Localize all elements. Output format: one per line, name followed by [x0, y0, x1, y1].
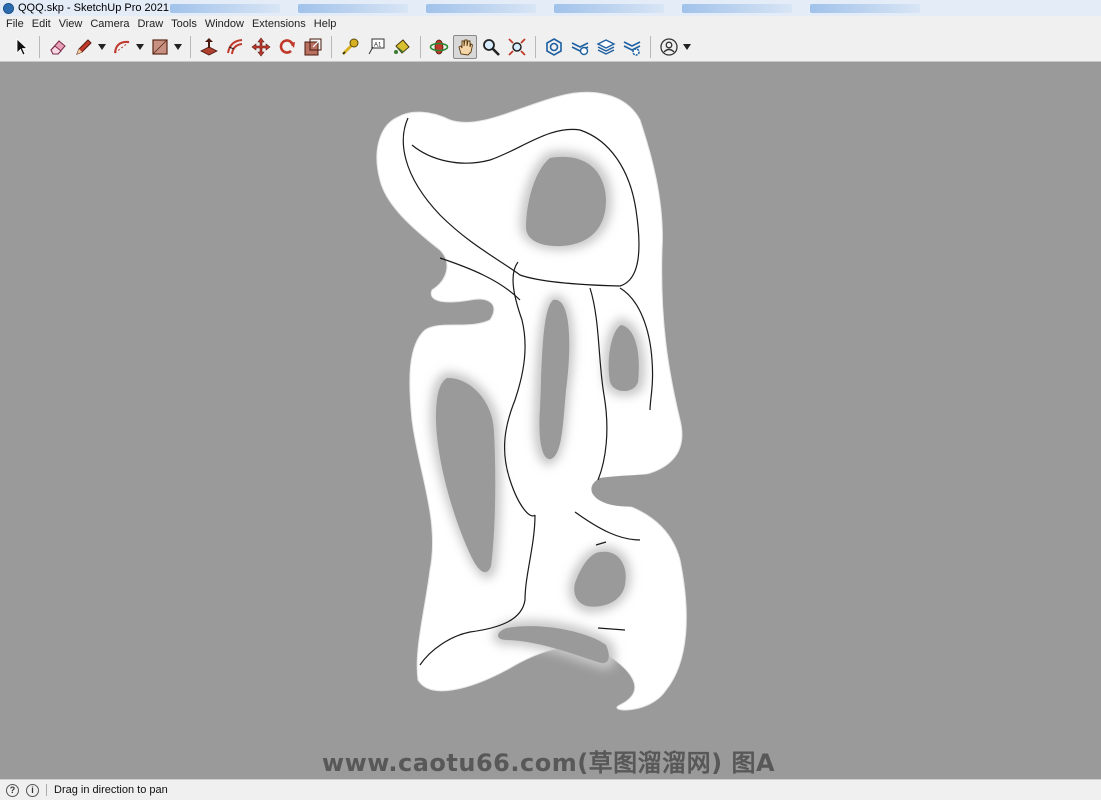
chevron-down-icon	[136, 43, 144, 50]
offset-tool[interactable]	[223, 35, 247, 59]
menu-draw[interactable]: Draw	[133, 16, 167, 32]
hand-icon	[458, 39, 474, 55]
text-tool[interactable]: A1	[364, 35, 388, 59]
rotate-icon	[279, 38, 295, 54]
rectangle-dropdown[interactable]	[173, 35, 183, 59]
sketchup-app-icon	[3, 2, 14, 14]
paint-bucket-icon	[394, 38, 410, 54]
title-bar: QQQ.skp - SketchUp Pro 2021	[0, 0, 1101, 16]
chevron-down-icon	[174, 43, 182, 50]
rectangle-tool[interactable]	[148, 35, 172, 59]
extension-manager-button[interactable]	[620, 35, 644, 59]
push-pull-tool[interactable]	[197, 35, 221, 59]
pencil-icon	[76, 38, 92, 55]
menu-help[interactable]: Help	[310, 16, 341, 32]
rectangle-icon	[152, 38, 168, 55]
layers-icon	[596, 38, 616, 55]
push-pull-icon	[200, 37, 218, 55]
offset-icon	[227, 38, 243, 54]
menu-edit[interactable]: Edit	[28, 16, 55, 32]
main-toolbar: A1	[0, 32, 1101, 62]
chevron-down-icon	[98, 43, 106, 50]
arc-dropdown[interactable]	[135, 35, 145, 59]
warehouse-icon	[546, 37, 562, 56]
menu-extensions[interactable]: Extensions	[248, 16, 310, 32]
watermark-text: www.caotu66.com(草图溜溜网) 图A	[321, 749, 776, 777]
geolocation-icon[interactable]: ?	[6, 783, 19, 797]
rotate-tool[interactable]	[275, 35, 299, 59]
sculpture-model	[376, 91, 687, 711]
3d-warehouse-button[interactable]	[542, 35, 566, 59]
arc-tool[interactable]	[110, 35, 134, 59]
layout-button[interactable]	[594, 35, 618, 59]
svg-text:A1: A1	[374, 42, 382, 48]
extension-manager-icon	[623, 40, 641, 56]
paint-bucket-tool[interactable]	[390, 35, 414, 59]
tape-measure-tool[interactable]	[338, 35, 362, 59]
arrow-cursor-icon	[16, 37, 29, 56]
user-account-icon	[660, 37, 678, 56]
menu-camera[interactable]: Camera	[86, 16, 133, 32]
magnifier-icon	[483, 38, 500, 56]
extension-warehouse-icon	[571, 41, 589, 55]
zoom-extents-tool[interactable]	[505, 35, 529, 59]
orbit-tool[interactable]	[427, 35, 451, 59]
move-tool[interactable]	[249, 35, 273, 59]
menu-view[interactable]: View	[55, 16, 87, 32]
status-bar: ? i Drag in direction to pan	[0, 779, 1101, 800]
tape-measure-icon	[341, 38, 359, 55]
orbit-icon	[429, 39, 449, 54]
select-tool[interactable]	[9, 35, 33, 59]
menu-tools[interactable]: Tools	[167, 16, 201, 32]
chevron-down-icon	[683, 43, 691, 50]
pencil-line-tool[interactable]	[72, 35, 96, 59]
menu-window[interactable]: Window	[201, 16, 248, 32]
sketchup-window: QQQ.skp - SketchUp Pro 2021 File Edit Vi…	[0, 0, 1101, 800]
menu-bar: File Edit View Camera Draw Tools Window …	[0, 16, 1101, 32]
zoom-tool[interactable]	[479, 35, 503, 59]
menu-file[interactable]: File	[2, 16, 28, 32]
pan-tool[interactable]	[453, 34, 477, 59]
arc-icon	[114, 40, 130, 53]
zoom-extents-icon	[508, 37, 526, 56]
extension-warehouse-button[interactable]	[568, 35, 592, 59]
background-taskbar-blur	[170, 0, 1101, 16]
model-viewport[interactable]: www.caotu66.com(草图溜溜网) 图A	[0, 63, 1101, 779]
account-button[interactable]	[657, 35, 681, 59]
eraser-tool[interactable]	[46, 35, 70, 59]
move-icon	[251, 37, 271, 56]
account-dropdown[interactable]	[682, 35, 692, 59]
status-message: Drag in direction to pan	[54, 784, 168, 796]
text-label-icon: A1	[368, 38, 385, 54]
info-icon[interactable]: i	[26, 783, 39, 797]
scale-tool[interactable]	[301, 35, 325, 59]
eraser-icon	[50, 39, 66, 54]
scale-icon	[304, 38, 322, 55]
pencil-dropdown[interactable]	[97, 35, 107, 59]
window-title: QQQ.skp - SketchUp Pro 2021	[18, 2, 170, 14]
